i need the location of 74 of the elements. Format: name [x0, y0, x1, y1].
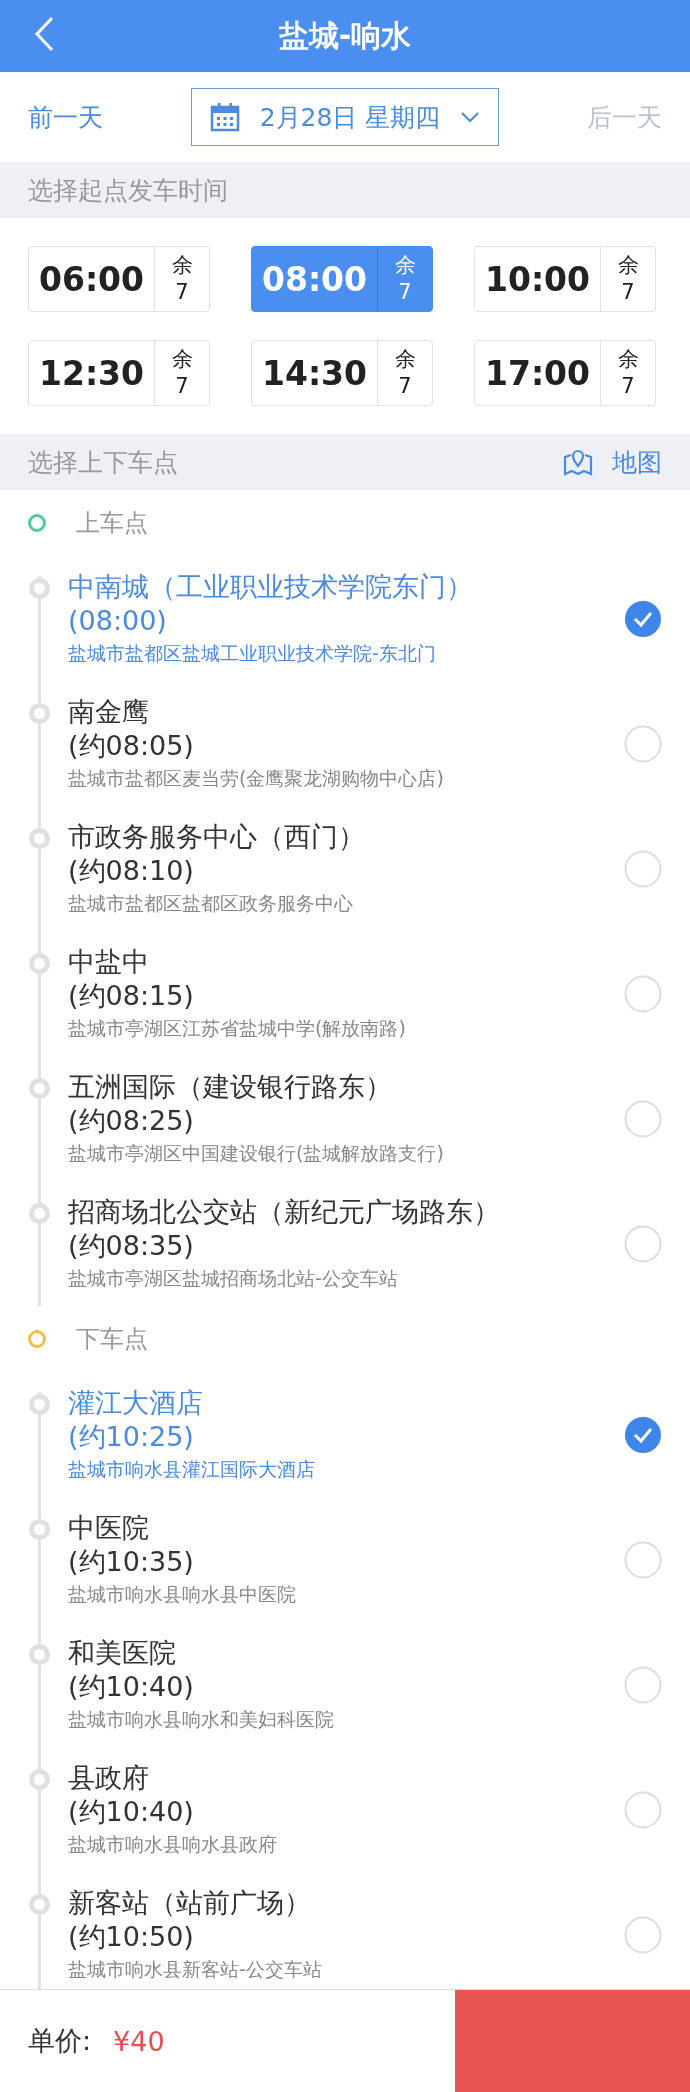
timeline-dot: [29, 1394, 50, 1415]
timeline-dot: [29, 1769, 50, 1790]
radio-icon[interactable]: [624, 1224, 662, 1263]
radio-icon[interactable]: [624, 1790, 662, 1829]
time-slot-button[interactable]: 06:00 余 7: [28, 246, 210, 312]
date-picker[interactable]: 2月28日 星期四: [191, 88, 499, 146]
stop-address: 盐城市盐都区盐城工业职业技术学院-东北门: [68, 641, 437, 667]
stop-time: (约08:35): [68, 1228, 195, 1263]
timeline-dot: [29, 828, 50, 849]
back-icon[interactable]: [34, 16, 54, 52]
stop-time: (约08:25): [68, 1103, 195, 1138]
group-label: 下车点: [76, 1324, 148, 1355]
stop-time: (约10:35): [68, 1544, 195, 1579]
price-value: ¥40: [113, 2025, 165, 2057]
stop-address: 盐城市响水县新客站-公交车站: [68, 1957, 323, 1983]
time-slot-button[interactable]: 10:00 余 7: [474, 246, 656, 312]
chevron-down-icon: [460, 111, 480, 123]
stop-time: (约08:15): [68, 978, 195, 1013]
stop-name: 新客站（站前广场）: [68, 1885, 312, 1920]
radio-icon[interactable]: [624, 1099, 662, 1138]
stop-time: (约10:40): [68, 1669, 195, 1704]
timeline-dot: [29, 953, 50, 974]
timeline-dot: [29, 703, 50, 724]
stop-time: (08:00): [68, 603, 168, 638]
radio-icon[interactable]: [624, 849, 662, 888]
radio-icon[interactable]: [624, 1915, 662, 1954]
stop-time: (约10:40): [68, 1794, 195, 1829]
stop-name: 南金鹰: [68, 694, 150, 729]
checked-radio-icon[interactable]: [624, 1415, 662, 1454]
timeline-dot: [29, 1519, 50, 1540]
page-title: 盐城-响水: [278, 16, 412, 55]
radio-icon[interactable]: [624, 1665, 662, 1704]
stop-name: 五洲国际（建设银行路东）: [68, 1069, 393, 1104]
stop-address: 盐城市盐都区盐都区政务服务中心: [68, 891, 354, 917]
time-slot-button[interactable]: 12:30 余 7: [28, 340, 210, 406]
stop-name: 中医院: [68, 1510, 150, 1545]
stop-address: 盐城市响水县响水县政府: [68, 1832, 278, 1858]
stop-name: 招商场北公交站（新纪元广场路东）: [68, 1194, 501, 1229]
calendar-icon: [210, 102, 240, 132]
stop-name: 灌江大酒店: [68, 1385, 204, 1420]
radio-icon[interactable]: [624, 1540, 662, 1579]
stop-time: (约08:05): [68, 728, 195, 763]
timeline-dot: [29, 1894, 50, 1915]
stop-address: 盐城市响水县响水和美妇科医院: [68, 1707, 335, 1733]
checked-radio-icon[interactable]: [624, 599, 662, 638]
stop-name: 市政务服务中心（西门）: [68, 819, 366, 854]
map-icon: [562, 447, 594, 477]
timeline-dot: [29, 1203, 50, 1224]
section-title: 选择起点发车时间: [28, 174, 228, 207]
previous-day-link[interactable]: 前一天: [28, 100, 103, 134]
stop-address: 盐城市亭湖区江苏省盐城中学(解放南路): [68, 1016, 407, 1042]
section-title: 选择上下车点: [28, 446, 178, 479]
stop-name: 和美医院: [68, 1635, 177, 1670]
stop-address: 盐城市亭湖区盐城招商场北站-公交车站: [68, 1266, 399, 1292]
price-label: 单价:: [28, 2024, 92, 2058]
timeline-dot: [29, 1078, 50, 1099]
radio-icon[interactable]: [624, 974, 662, 1013]
stop-name: 中南城（工业职业技术学院东门）: [68, 569, 474, 604]
timeline-dot: [29, 1644, 50, 1665]
stop-name: 中盐中: [68, 944, 150, 979]
stop-time: (约10:25): [68, 1419, 195, 1454]
stop-address: 盐城市响水县响水县中医院: [68, 1582, 297, 1608]
stop-time: (约08:10): [68, 853, 195, 888]
radio-icon[interactable]: [624, 724, 662, 763]
time-slot-button[interactable]: 17:00 余 7: [474, 340, 656, 406]
stop-time: (约10:50): [68, 1919, 195, 1954]
group-label: 上车点: [76, 508, 148, 539]
stop-address: 盐城市响水县灌江国际大酒店: [68, 1457, 316, 1483]
stop-address: 盐城市盐都区麦当劳(金鹰聚龙湖购物中心店): [68, 766, 445, 792]
action-button[interactable]: [455, 1990, 690, 2092]
timeline-dot: [29, 578, 50, 599]
stop-name: 县政府: [68, 1760, 150, 1795]
time-slot-button[interactable]: 14:30 余 7: [251, 340, 433, 406]
stop-address: 盐城市亭湖区中国建设银行(盐城解放路支行): [68, 1141, 445, 1167]
